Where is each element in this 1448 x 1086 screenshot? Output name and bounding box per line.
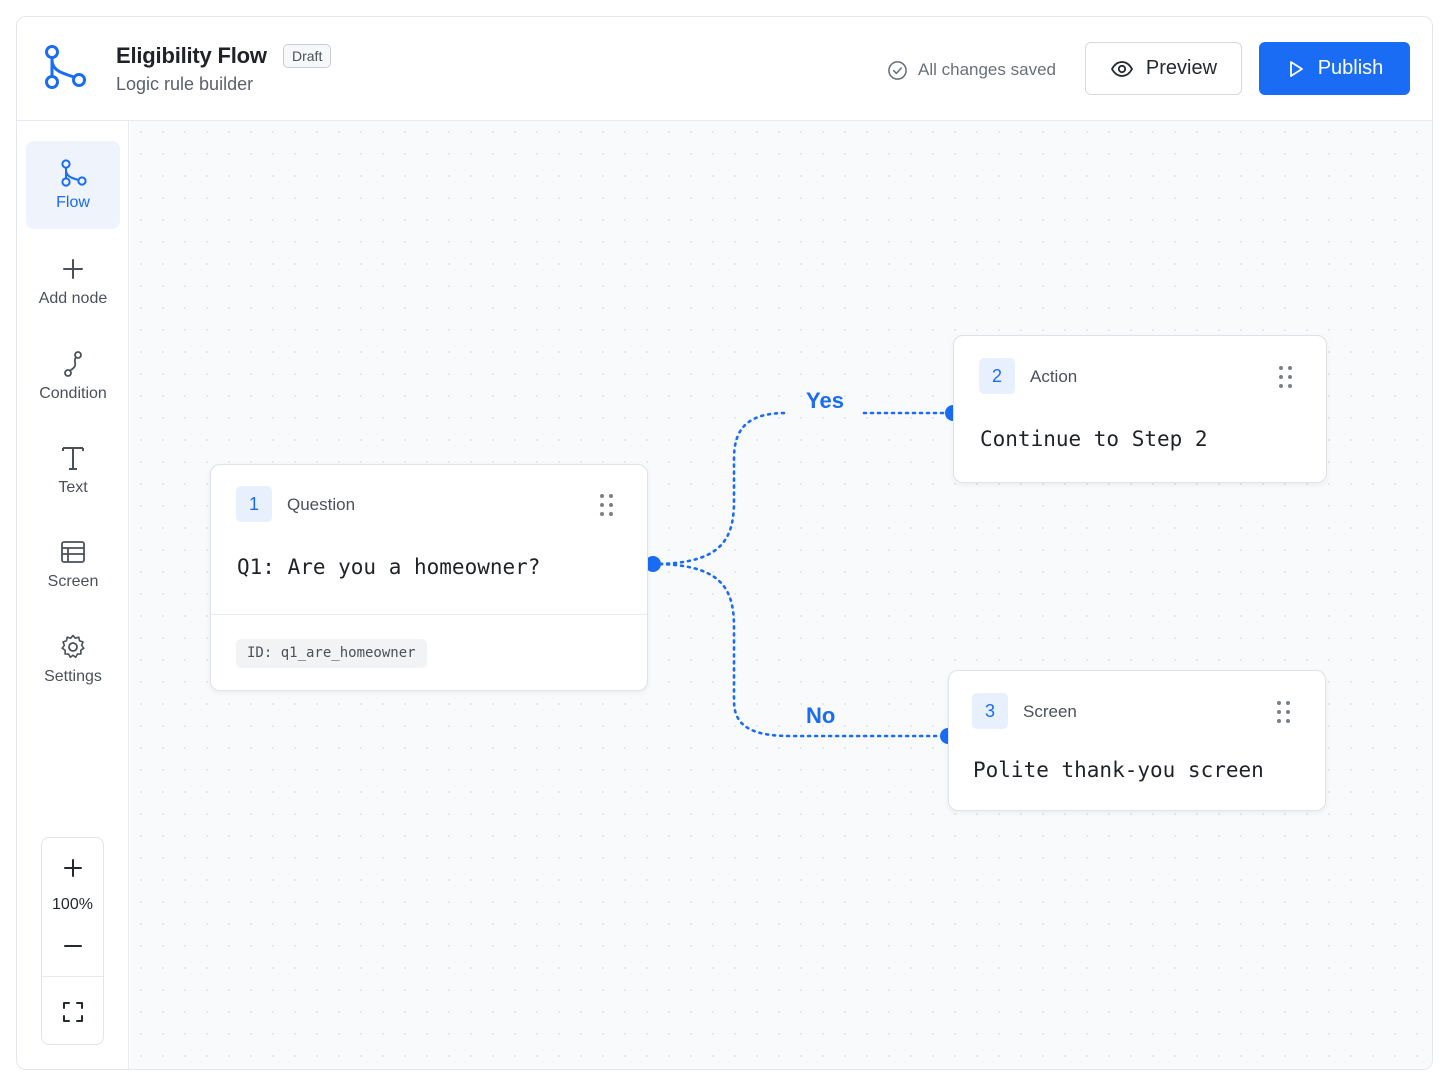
node-type: Question	[287, 495, 356, 514]
fit-screen-icon	[62, 1002, 83, 1022]
sidebar-item-label: Settings	[44, 668, 102, 685]
check-circle-icon	[888, 60, 907, 80]
header: Eligibility Flow Draft Logic rule builde…	[17, 17, 1432, 121]
sidebar: Flow Add node Condition Text Screen Sett…	[17, 121, 129, 1069]
branch-label-yes: Yes	[806, 388, 844, 413]
flow-icon	[61, 159, 87, 187]
publish-label: Publish	[1317, 57, 1384, 79]
zoom-divider	[42, 976, 103, 977]
zoom-out-button[interactable]	[42, 926, 103, 966]
page-subtitle: Logic rule builder	[116, 74, 254, 94]
preview-button[interactable]: Preview	[1085, 42, 1242, 95]
flow-logo-icon	[45, 45, 86, 89]
sidebar-item-label: Condition	[39, 385, 107, 402]
drag-handle-icon[interactable]	[1275, 699, 1293, 725]
node-number: 2	[979, 358, 1015, 394]
text-icon	[62, 447, 84, 470]
node-text: Continue to Step 2	[980, 427, 1208, 451]
sidebar-item-label: Text	[58, 479, 88, 496]
eye-icon	[1110, 60, 1133, 77]
flow-canvas[interactable]: Yes No 1 Question Q1: Are you a homeowne…	[130, 121, 1432, 1069]
drag-handle-icon[interactable]	[1277, 364, 1295, 390]
action-node[interactable]: 2 Action Continue to Step 2	[953, 335, 1327, 483]
save-status: All changes saved	[887, 58, 1056, 82]
plus-icon	[63, 259, 83, 279]
zoom-out-icon	[63, 945, 82, 947]
node-footer: ID: q1_are_homeowner	[211, 614, 647, 690]
app-window: Eligibility Flow Draft Logic rule builde…	[16, 16, 1433, 1070]
question-node[interactable]: 1 Question Q1: Are you a homeowner? ID: …	[210, 464, 648, 691]
node-text: Q1: Are you a homeowner?	[237, 555, 541, 579]
drag-handle-icon[interactable]	[598, 492, 616, 518]
preview-label: Preview	[1145, 57, 1218, 79]
node-type: Screen	[1023, 702, 1077, 721]
zoom-controls: 100%	[41, 837, 104, 1045]
no-connection	[651, 562, 950, 738]
sidebar-item-label: Screen	[47, 573, 99, 590]
sidebar-item-condition[interactable]: Condition	[26, 332, 120, 420]
publish-button[interactable]: Publish	[1259, 42, 1410, 95]
zoom-level: 100%	[52, 896, 93, 913]
sidebar-item-settings[interactable]: Settings	[26, 615, 120, 703]
status-badge: Draft	[283, 44, 332, 68]
fit-screen-button[interactable]	[42, 992, 103, 1032]
screen-icon	[61, 541, 85, 563]
node-number: 1	[236, 486, 272, 522]
node-id: ID: q1_are_homeowner	[236, 639, 427, 668]
node-type: Action	[1030, 367, 1078, 386]
zoom-in-icon	[63, 859, 82, 877]
screen-node[interactable]: 3 Screen Polite thank-you screen	[948, 670, 1326, 811]
sidebar-item-add-node[interactable]: Add node	[26, 237, 120, 325]
sidebar-item-label: Flow	[56, 194, 90, 211]
yes-connection	[651, 411, 788, 566]
sidebar-item-flow[interactable]: Flow	[26, 141, 120, 229]
condition-icon	[64, 351, 82, 377]
page-title: Eligibility Flow	[116, 43, 267, 68]
node-text: Polite thank-you screen	[973, 758, 1264, 782]
play-icon	[1289, 60, 1303, 77]
zoom-in-button[interactable]	[42, 848, 103, 888]
sidebar-item-screen[interactable]: Screen	[26, 520, 120, 608]
gear-icon	[61, 634, 85, 659]
branch-label-no: No	[806, 703, 836, 728]
sidebar-item-label: Add node	[38, 290, 108, 307]
sidebar-item-text[interactable]: Text	[26, 426, 120, 514]
save-status-text: All changes saved	[918, 60, 1056, 79]
node-number: 3	[972, 693, 1008, 729]
